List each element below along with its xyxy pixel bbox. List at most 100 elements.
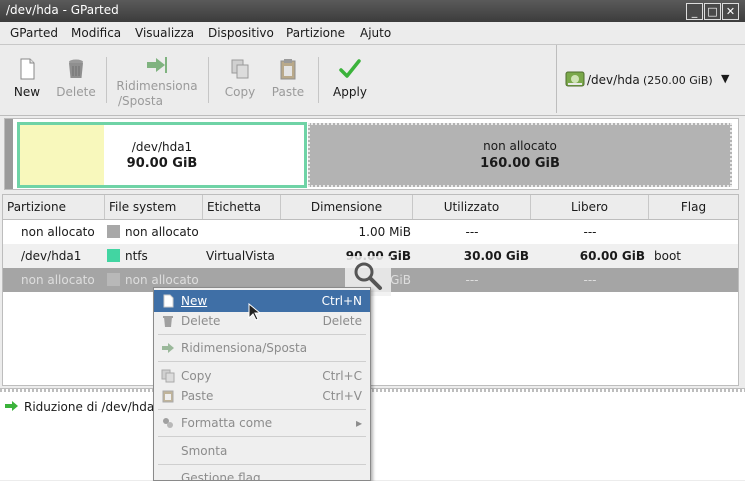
menu-partizione[interactable]: Partizione [286,26,345,40]
column-dimensione[interactable]: Dimensione [281,195,413,219]
new-button[interactable]: New [6,45,48,113]
copy-icon [161,369,175,383]
trash-icon [69,59,83,78]
unallocated-block-size: 160.00 GiB [480,156,560,171]
copy-button-label: Copy [224,85,256,99]
copy-button[interactable]: Copy [218,45,262,113]
partition-block-hda1[interactable]: /dev/hda1 90.00 GiB [17,122,307,188]
menu-visualizza[interactable]: Visualizza [135,26,194,40]
submenu-arrow-icon: ▸ [355,416,362,430]
menu-separator [158,464,366,465]
apply-button[interactable]: Apply [328,45,372,113]
device-selector[interactable]: /dev/hda (250.00 GiB) ▼ [556,45,745,113]
paste-button[interactable]: Paste [266,45,310,113]
paste-icon [280,59,296,80]
row-used: 30.00 GiB [463,249,529,263]
column-partizione[interactable]: Partizione [3,195,105,219]
paste-icon [162,390,174,403]
new-document-icon [20,58,35,80]
context-menu-resize[interactable]: Ridimensiona/Sposta [154,337,370,359]
column-utilizzato[interactable]: Utilizzato [413,195,531,219]
context-menu-new-label: New [181,294,208,308]
fs-color-swatch [107,225,120,238]
resize-arrow-icon [162,343,174,353]
row-fs-label: ntfs [125,249,148,263]
fs-color-swatch [107,273,120,286]
context-menu-unmount[interactable]: Smonta [154,440,370,462]
menu-separator [158,361,366,362]
paste-button-label: Paste [271,85,305,99]
window-title: /dev/hda - GParted [6,3,119,17]
context-menu-delete-shortcut: Delete [322,314,362,328]
new-button-label: New [13,85,41,99]
chevron-down-icon[interactable]: ▼ [721,72,729,85]
context-menu-paste[interactable]: Paste Ctrl+V [154,385,370,407]
context-menu-unmount-label: Smonta [181,444,228,458]
row-used: --- [465,225,479,239]
row-filesystem: ntfs [107,244,148,268]
row-fs-label: non allocato [125,273,199,287]
context-menu-resize-label: Ridimensiona/Sposta [181,341,308,355]
pane-divider[interactable] [0,389,745,392]
new-document-icon [163,294,174,308]
pending-operation-text: Riduzione di /dev/hda [24,400,155,414]
column-filesystem[interactable]: File system [105,195,203,219]
menu-gparted[interactable]: GParted [10,26,58,40]
context-menu-delete[interactable]: Delete Delete [154,310,370,332]
device-path: /dev/hda [587,73,640,87]
row-size: 1.00 MiB [358,225,411,239]
resize-arrow-icon [5,401,18,411]
context-menu-copy[interactable]: Copy Ctrl+C [154,365,370,387]
device-size: (250.00 GiB) [643,74,713,87]
mouse-pointer-icon [248,303,260,321]
menu-modifica[interactable]: Modifica [71,26,121,40]
menu-separator [158,436,366,437]
column-libero[interactable]: Libero [531,195,649,219]
row-filesystem: non allocato [107,220,199,244]
toolbar-separator [208,57,209,103]
table-row[interactable]: non allocato non allocato 1.00 MiB --- -… [3,220,738,244]
delete-button[interactable]: Delete [52,45,100,113]
format-icon [163,418,173,428]
partition-graphic: /dev/hda1 90.00 GiB non allocato 160.00 … [4,118,739,190]
row-free: --- [583,273,597,287]
table-header: Partizione File system Etichetta Dimensi… [3,195,738,220]
context-menu-format[interactable]: Formatta come ▸ [154,412,370,434]
harddisk-icon [565,71,585,87]
toolbar-separator [106,57,107,103]
context-menu: New Ctrl+N Delete Delete Ridimensiona/Sp… [153,287,371,481]
maximize-button[interactable]: □ [704,3,721,20]
minimize-button[interactable]: _ [686,3,703,20]
row-free: 60.00 GiB [579,249,645,263]
apply-button-label: Apply [333,85,367,99]
resize-move-button[interactable]: Ridimensiona /Sposta [112,45,202,113]
row-flag: boot [654,249,682,263]
context-menu-copy-shortcut: Ctrl+C [322,369,362,383]
delete-button-label: Delete [56,85,96,99]
menu-ajuto[interactable]: Ajuto [360,26,391,40]
copy-icon [231,59,249,79]
toolbar-separator [318,57,319,103]
fs-color-swatch [107,249,120,262]
menu-bar: GParted Modifica Visualizza Dispositivo … [0,22,745,45]
title-bar: /dev/hda - GParted _ □ ✕ [0,0,745,22]
context-menu-new-shortcut: Ctrl+N [321,294,362,308]
unallocated-sliver [5,119,13,189]
row-partition: /dev/hda1 [21,249,82,263]
menu-dispositivo[interactable]: Dispositivo [208,26,274,40]
partition-block-name: /dev/hda1 [131,140,193,154]
trash-icon [163,316,173,327]
context-menu-copy-label: Copy [181,369,212,383]
menu-separator [158,409,366,410]
column-flag[interactable]: Flag [649,195,738,219]
row-free: --- [583,225,597,239]
context-menu-paste-label: Paste [181,389,214,403]
resize-arrow-icon [147,57,167,73]
close-button[interactable]: ✕ [722,3,739,20]
partition-block-unallocated[interactable]: non allocato 160.00 GiB [308,123,732,187]
column-etichetta[interactable]: Etichetta [203,195,281,219]
unallocated-block-name: non allocato [483,139,557,153]
context-menu-new[interactable]: New Ctrl+N [154,290,370,312]
context-menu-delete-label: Delete [181,314,221,328]
menu-separator [158,334,366,335]
